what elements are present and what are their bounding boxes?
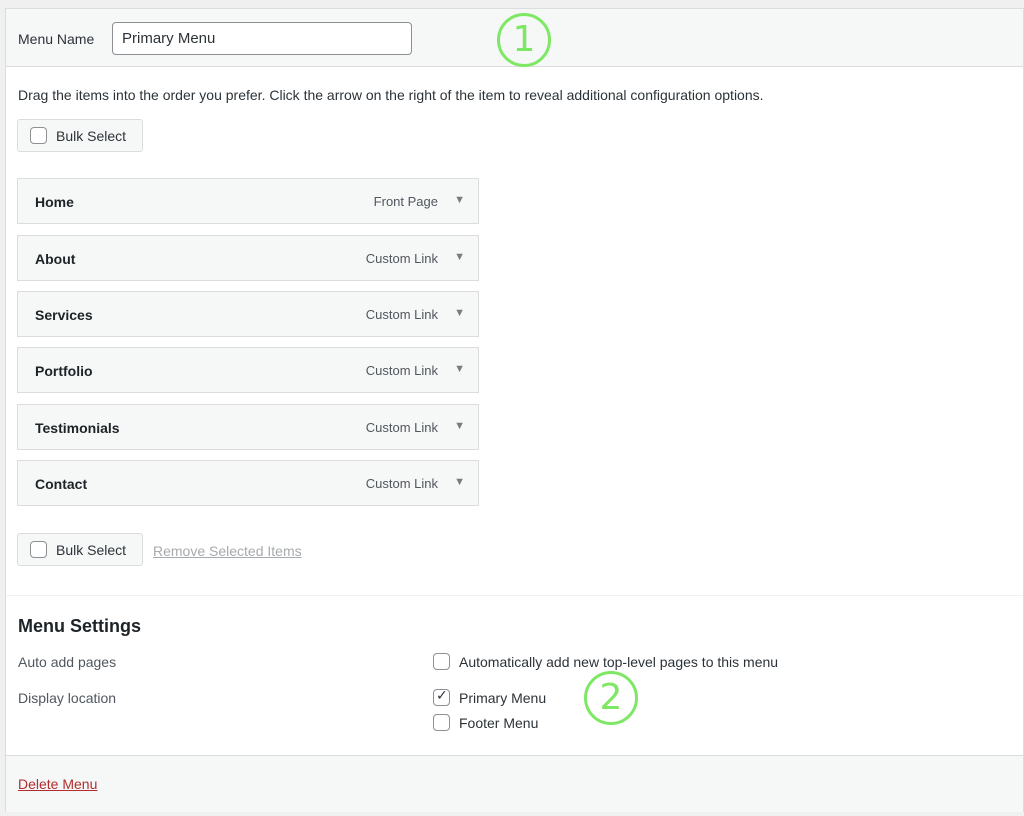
menu-item-type: Front Page	[373, 194, 438, 209]
auto-add-checkbox[interactable]	[433, 653, 450, 670]
bulk-select-checkbox[interactable]	[30, 541, 47, 558]
primary-menu-checkbox[interactable]: ✓	[433, 687, 450, 706]
menu-settings-title: Menu Settings	[18, 616, 142, 636]
annotation-marker-2: 2	[584, 671, 638, 725]
display-location-label: Display location	[18, 690, 117, 706]
auto-add-pages-label: Auto add pages	[18, 654, 117, 670]
expand-arrow-icon[interactable]: ▼	[454, 307, 465, 319]
menu-item-contact[interactable]: Contact Custom Link ▼	[17, 460, 479, 506]
menu-footer: Delete Menu	[6, 755, 1023, 812]
bulk-select-button-bottom[interactable]: Bulk Select	[17, 533, 143, 566]
footer-menu-checkbox[interactable]	[433, 714, 450, 731]
bulk-select-label: Bulk Select	[56, 128, 127, 144]
menu-item-type: Custom Link	[365, 476, 438, 491]
menu-item-title: Portfolio	[35, 363, 93, 379]
menu-item-services[interactable]: Services Custom Link ▼	[17, 291, 479, 337]
bulk-select-label: Bulk Select	[56, 542, 127, 558]
annotation-marker-1: 1	[497, 13, 551, 67]
menu-item-portfolio[interactable]: Portfolio Custom Link ▼	[17, 347, 479, 393]
menu-item-type: Custom Link	[365, 251, 438, 266]
primary-menu-label: Primary Menu	[459, 690, 547, 706]
menu-item-title: Contact	[35, 476, 88, 492]
expand-arrow-icon[interactable]: ▼	[454, 363, 465, 375]
menu-edit-panel: Menu Name 1 Drag the items into the orde…	[5, 8, 1024, 812]
expand-arrow-icon[interactable]: ▼	[454, 251, 465, 263]
expand-arrow-icon[interactable]: ▼	[454, 476, 465, 488]
menu-item-home[interactable]: Home Front Page ▼	[17, 178, 479, 224]
menu-name-label: Menu Name	[18, 31, 95, 47]
menu-item-title: About	[35, 251, 76, 267]
menu-item-testimonials[interactable]: Testimonials Custom Link ▼	[17, 404, 479, 450]
menu-item-type: Custom Link	[365, 363, 438, 378]
menu-item-type: Custom Link	[365, 420, 438, 435]
expand-arrow-icon[interactable]: ▼	[454, 420, 465, 432]
menu-item-type: Custom Link	[365, 307, 438, 322]
menu-item-title: Services	[35, 307, 93, 323]
menu-item-title: Testimonials	[35, 420, 120, 436]
bulk-select-checkbox[interactable]	[30, 127, 47, 144]
footer-menu-label: Footer Menu	[459, 715, 539, 731]
menu-item-about[interactable]: About Custom Link ▼	[17, 235, 479, 281]
expand-arrow-icon[interactable]: ▼	[454, 194, 465, 206]
menu-name-input[interactable]	[112, 22, 412, 55]
auto-add-option-label: Automatically add new top-level pages to…	[459, 654, 779, 670]
delete-menu-link[interactable]: Delete Menu	[18, 776, 97, 792]
remove-selected-items-link[interactable]: Remove Selected Items	[153, 543, 302, 559]
bulk-select-button-top[interactable]: Bulk Select	[17, 119, 143, 152]
section-divider	[6, 595, 1023, 596]
drag-instructions: Drag the items into the order you prefer…	[18, 87, 764, 103]
menu-item-title: Home	[35, 194, 74, 210]
checkmark-icon: ✓	[436, 687, 448, 703]
